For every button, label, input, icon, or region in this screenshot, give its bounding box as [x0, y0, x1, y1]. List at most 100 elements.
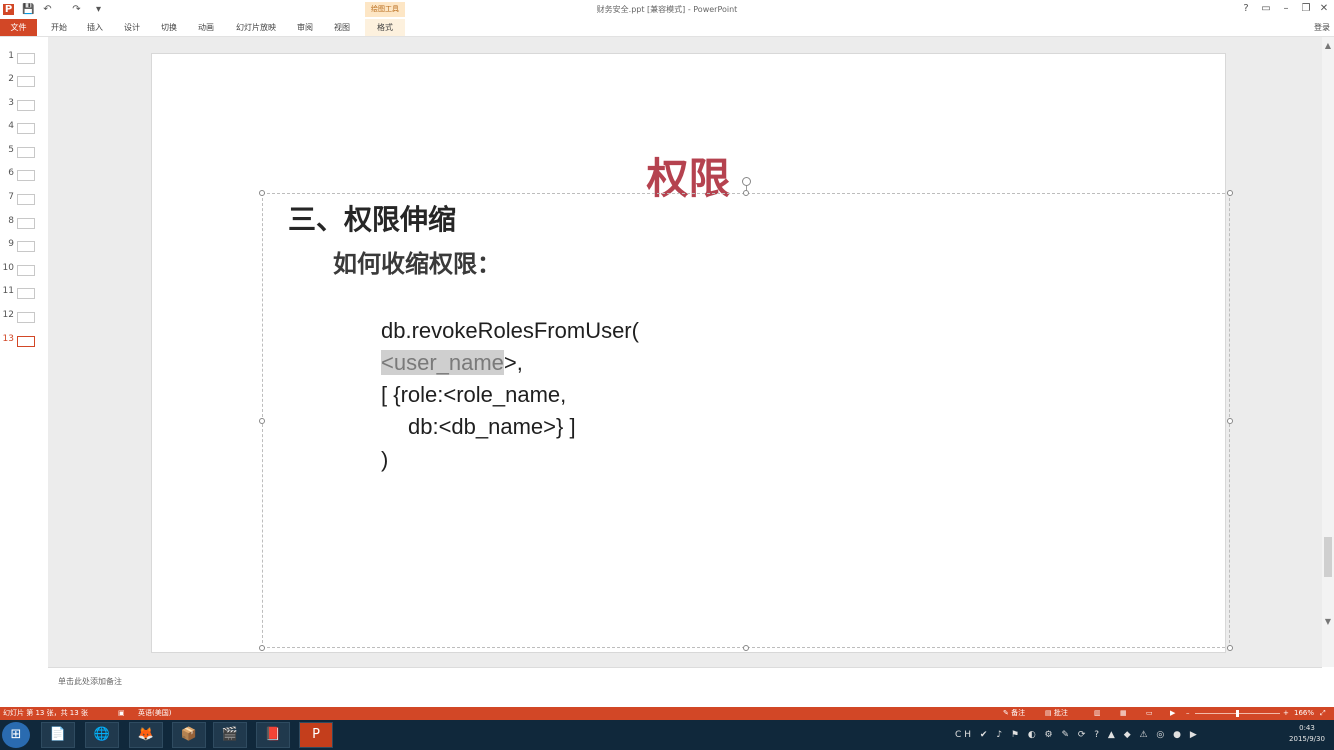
file-explorer-icon[interactable]: 📄: [41, 722, 75, 748]
thumbnail-number: 6: [8, 168, 14, 178]
slide-thumbnail[interactable]: 4: [0, 118, 48, 136]
status-bar: 幻灯片 第 13 张，共 13 张 ▣ 英语(美国) ✎ 备注 ▤ 批注 ▥ ▦…: [0, 707, 1334, 720]
minimize-button[interactable]: –: [1278, 3, 1294, 15]
start-button[interactable]: ⊞: [2, 722, 30, 748]
thumbnail-preview: [17, 288, 35, 299]
tab-design[interactable]: 设计: [118, 19, 146, 36]
code-line-3[interactable]: [ {role:<role_name,: [381, 380, 566, 410]
thumbnail-preview: [17, 53, 35, 64]
notes-pane[interactable]: 单击此处添加备注: [48, 667, 1322, 708]
tab-file[interactable]: 文件: [0, 19, 37, 36]
slide-thumbnail[interactable]: 6: [0, 165, 48, 183]
tab-insert[interactable]: 插入: [81, 19, 109, 36]
clock[interactable]: 0:43 2015/9/30: [1282, 723, 1332, 745]
help-button[interactable]: ?: [1238, 3, 1254, 15]
zoom-out-icon[interactable]: –: [1186, 707, 1190, 720]
selected-text[interactable]: <user_name: [381, 350, 504, 375]
fit-slide-icon[interactable]: ⤢: [1320, 707, 1326, 720]
resize-handle[interactable]: [259, 190, 265, 196]
tab-slideshow[interactable]: 幻灯片放映: [229, 19, 283, 36]
resize-handle[interactable]: [1227, 418, 1233, 424]
resize-handle[interactable]: [259, 645, 265, 651]
spellcheck-icon[interactable]: ▣: [118, 707, 125, 720]
notes-toggle-button[interactable]: ✎ 备注: [1003, 707, 1025, 720]
slide-thumbnail[interactable]: 3: [0, 95, 48, 113]
resize-handle[interactable]: [743, 645, 749, 651]
firefox-icon[interactable]: 🦊: [129, 722, 163, 748]
thumbnail-preview: [17, 100, 35, 111]
thumbnail-preview: [17, 123, 35, 134]
tab-review[interactable]: 审阅: [291, 19, 319, 36]
resize-handle[interactable]: [743, 190, 749, 196]
notes-placeholder[interactable]: 单击此处添加备注: [58, 676, 122, 687]
resize-handle[interactable]: [1227, 190, 1233, 196]
reading-view-icon[interactable]: ▭: [1146, 707, 1153, 720]
slide-thumbnail[interactable]: 8: [0, 213, 48, 231]
thumbnail-number: 13: [2, 334, 14, 344]
clock-date: 2015/9/30: [1289, 735, 1325, 743]
zoom-slider-knob[interactable]: [1236, 710, 1239, 717]
windows-taskbar: ⊞ 📄 🌐 🦊 📦 🎬 📕 P CH ✔ ♪ ⚑ ◐ ⚙ ✎ ⟳ ? ▲ ◆ ⚠…: [0, 720, 1334, 750]
powerpoint-taskbar-icon[interactable]: P: [299, 722, 333, 748]
slide-thumbnail-active[interactable]: 13: [0, 331, 48, 349]
slide-thumbnail[interactable]: 12: [0, 307, 48, 325]
tab-home[interactable]: 开始: [45, 19, 73, 36]
video-player-icon[interactable]: 🎬: [213, 722, 247, 748]
code-line-5[interactable]: ): [381, 445, 388, 475]
comments-toggle-button[interactable]: ▤ 批注: [1045, 707, 1068, 720]
thumbnail-number: 11: [2, 286, 14, 296]
restore-button[interactable]: ❐: [1298, 3, 1314, 15]
resize-handle[interactable]: [1227, 645, 1233, 651]
slide-thumbnail[interactable]: 9: [0, 236, 48, 254]
slide-thumbnail[interactable]: 1: [0, 48, 48, 66]
zoom-in-icon[interactable]: +: [1283, 707, 1289, 720]
thumbnail-number: 1: [8, 51, 14, 61]
thumbnail-preview: [17, 312, 35, 323]
scroll-down-icon[interactable]: ▼: [1322, 617, 1334, 626]
thumbnail-number: 7: [8, 192, 14, 202]
ribbon-tab-bar: 文件 开始 插入 设计 切换 动画 幻灯片放映 审阅 视图 格式 登录: [0, 19, 1334, 37]
thumbnail-preview: [17, 265, 35, 276]
code-line-1[interactable]: db.revokeRolesFromUser(: [381, 316, 639, 346]
tab-transitions[interactable]: 切换: [155, 19, 183, 36]
thumbnail-preview: [17, 170, 35, 181]
slide-thumbnail[interactable]: 11: [0, 283, 48, 301]
vertical-scrollbar[interactable]: ▲ ▼: [1322, 37, 1334, 667]
section-heading[interactable]: 三、权限伸缩: [288, 200, 456, 240]
slide-thumbnail-pane: 1 2 3 4 5 6 7 8 9 10 11 12 13: [0, 37, 48, 667]
thumbnail-preview: [17, 241, 35, 252]
thumbnail-number: 9: [8, 239, 14, 249]
thumbnail-number: 4: [8, 121, 14, 131]
thumbnail-number: 8: [8, 216, 14, 226]
scroll-thumb[interactable]: [1324, 537, 1332, 577]
signin-link[interactable]: 登录: [1314, 19, 1330, 36]
notes-label: 备注: [1011, 709, 1026, 717]
scroll-up-icon[interactable]: ▲: [1322, 41, 1334, 50]
resize-handle[interactable]: [259, 418, 265, 424]
tab-animations[interactable]: 动画: [192, 19, 220, 36]
slideshow-icon[interactable]: ▶: [1170, 707, 1175, 720]
code-line-2[interactable]: <user_name>,: [381, 348, 523, 378]
tab-view[interactable]: 视图: [328, 19, 356, 36]
slide-thumbnail[interactable]: 2: [0, 71, 48, 89]
ribbon-options-button[interactable]: ▭: [1258, 3, 1274, 15]
system-tray[interactable]: CH ✔ ♪ ⚑ ◐ ⚙ ✎ ⟳ ? ▲ ◆ ⚠ ◎ ● ▶: [955, 720, 1285, 750]
thumbnail-number: 10: [2, 263, 14, 273]
browser-icon[interactable]: 🌐: [85, 722, 119, 748]
language-indicator[interactable]: 英语(美国): [138, 707, 171, 720]
thumbnail-number: 2: [8, 74, 14, 84]
tab-format[interactable]: 格式: [365, 19, 405, 36]
pdf-reader-icon[interactable]: 📕: [256, 722, 290, 748]
slide-thumbnail[interactable]: 5: [0, 142, 48, 160]
slide-thumbnail[interactable]: 7: [0, 189, 48, 207]
slide-thumbnail[interactable]: 10: [0, 260, 48, 278]
normal-view-icon[interactable]: ▥: [1094, 707, 1101, 720]
code-line-4[interactable]: db:<db_name>} ]: [408, 412, 576, 442]
zoom-level[interactable]: 166%: [1294, 707, 1314, 720]
rotate-handle[interactable]: [742, 177, 751, 186]
sub-heading[interactable]: 如何收缩权限：: [333, 245, 501, 283]
slide-sorter-icon[interactable]: ▦: [1120, 707, 1127, 720]
virtualbox-icon[interactable]: 📦: [172, 722, 206, 748]
close-button[interactable]: ✕: [1316, 3, 1332, 15]
comments-label: 批注: [1053, 709, 1068, 717]
